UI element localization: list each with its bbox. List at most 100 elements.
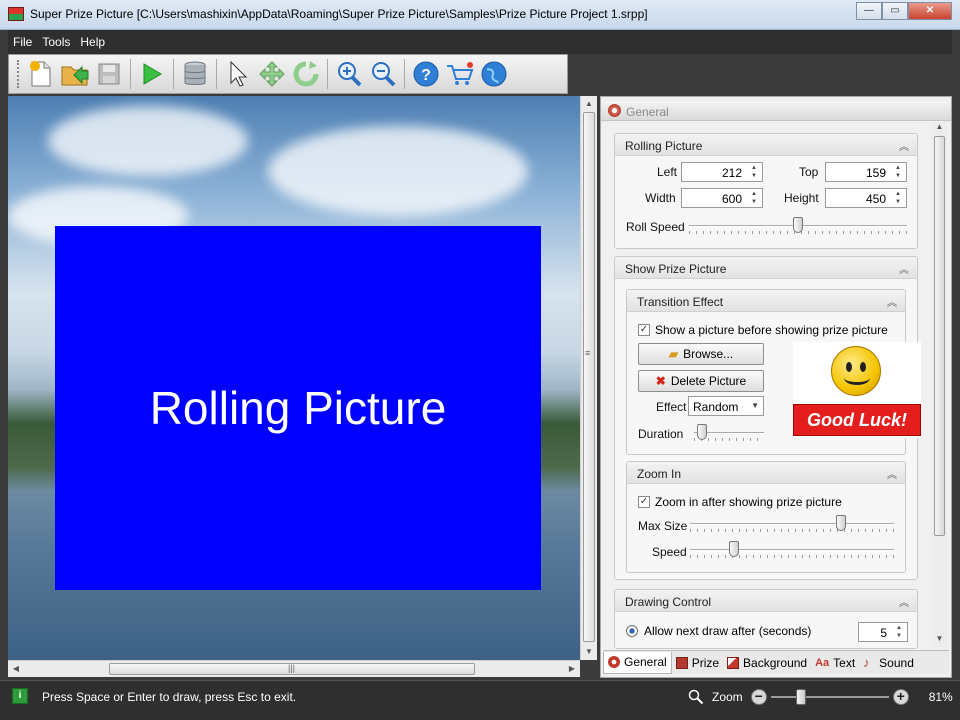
collapse-chevron-icon[interactable]: ︽ [899, 261, 909, 276]
slider-thumb[interactable] [729, 541, 739, 557]
spin-arrows-icon[interactable]: ▲ ▼ [892, 164, 904, 180]
tab-prize[interactable]: Prize [672, 652, 723, 674]
group-header[interactable]: Zoom In ︽ [627, 462, 905, 484]
group-title: Rolling Picture [625, 139, 703, 153]
max-size-slider[interactable] [690, 514, 894, 534]
delete-picture-button[interactable]: ✖ Delete Picture [638, 370, 764, 392]
website-button[interactable] [477, 57, 511, 91]
help-icon: ? [413, 61, 439, 87]
open-project-button[interactable] [58, 57, 92, 91]
background-cloud [48, 106, 248, 176]
zoom-after-checkbox[interactable]: ✓ Zoom in after showing prize picture [638, 495, 842, 509]
canvas-vertical-scrollbar[interactable]: ▲ ≡ ▼ [580, 96, 597, 660]
book-icon [675, 656, 688, 669]
gear-icon [608, 656, 620, 668]
top-stepper[interactable]: 159 ▲ ▼ [825, 162, 907, 182]
zoom-label: Zoom [712, 690, 743, 704]
collapse-chevron-icon[interactable]: ︽ [887, 294, 897, 309]
collapse-chevron-icon[interactable]: ︽ [887, 466, 897, 481]
checkbox-box[interactable]: ✓ [638, 496, 650, 508]
height-stepper[interactable]: 450 ▲ ▼ [825, 188, 907, 208]
browse-button[interactable]: ▰ Browse... [638, 343, 764, 365]
scroll-up-icon[interactable]: ▲ [932, 122, 947, 131]
svg-text:?: ? [421, 67, 431, 84]
show-before-checkbox[interactable]: ✓ Show a picture before showing prize pi… [638, 323, 888, 337]
rotate-tool-button[interactable] [289, 57, 323, 91]
group-header[interactable]: Drawing Control ︽ [615, 590, 917, 612]
scroll-down-icon[interactable]: ▼ [932, 634, 947, 643]
close-button[interactable]: ✕ [908, 2, 952, 20]
left-stepper[interactable]: 212 ▲ ▼ [681, 162, 763, 182]
group-header[interactable]: Transition Effect ︽ [627, 290, 905, 312]
allow-next-radio[interactable]: Allow next draw after (seconds) [626, 624, 811, 638]
tab-text[interactable]: Aa Text [811, 652, 859, 674]
database-button[interactable] [178, 57, 212, 91]
group-header[interactable]: Rolling Picture ︽ [615, 134, 917, 156]
zoom-slider[interactable] [770, 689, 889, 705]
title-bar: Super Prize Picture [C:\Users\mashixin\A… [0, 0, 960, 30]
panel-scroll-thumb[interactable] [934, 136, 945, 536]
transition-picture-preview: Good Luck! [793, 342, 921, 438]
spin-arrows-icon[interactable]: ▲ ▼ [748, 190, 760, 206]
scroll-up-icon[interactable]: ▲ [581, 96, 597, 112]
show-before-label: Show a picture before showing prize pict… [655, 323, 888, 337]
spin-arrows-icon[interactable]: ▲ ▼ [748, 164, 760, 180]
group-header[interactable]: Show Prize Picture ︽ [615, 257, 917, 279]
duration-slider[interactable] [694, 423, 764, 443]
maximize-button[interactable]: ▭ [882, 2, 908, 20]
vertical-scroll-thumb[interactable] [583, 112, 595, 642]
panel-tabs: General Prize Background Aa Text ♪ Sound [603, 650, 949, 674]
zoom-in-button[interactable]: + [892, 689, 909, 705]
collapse-chevron-icon[interactable]: ︽ [899, 138, 909, 153]
move-tool-button[interactable] [255, 57, 289, 91]
pointer-arrow-icon [230, 60, 248, 87]
select-tool-button[interactable] [221, 57, 255, 91]
buy-button[interactable] [443, 57, 477, 91]
help-button[interactable]: ? [409, 57, 443, 91]
app-icon [8, 7, 24, 21]
drawing-canvas[interactable]: Rolling Picture [8, 96, 580, 660]
spin-arrows-icon[interactable]: ▲ ▼ [893, 624, 905, 640]
menu-help[interactable]: Help [75, 35, 110, 49]
minimize-button[interactable]: — [856, 2, 882, 20]
speed-slider[interactable] [690, 540, 894, 560]
slider-track [770, 696, 889, 698]
tab-background[interactable]: Background [723, 652, 811, 674]
effect-label: Effect [656, 400, 687, 414]
rolling-picture[interactable]: Rolling Picture [55, 226, 541, 590]
canvas-horizontal-scrollbar[interactable]: ◀ ||| ▶ [8, 660, 580, 677]
scroll-left-icon[interactable]: ◀ [8, 661, 24, 677]
slider-thumb[interactable] [836, 515, 846, 531]
toolbar-separator [130, 59, 131, 89]
checkbox-box[interactable]: ✓ [638, 324, 650, 336]
menu-file[interactable]: File [8, 35, 37, 49]
scroll-right-icon[interactable]: ▶ [564, 661, 580, 677]
collapse-chevron-icon[interactable]: ︽ [899, 594, 909, 609]
roll-speed-slider[interactable] [689, 216, 907, 236]
panel-vertical-scrollbar[interactable]: ▲ ▼ [932, 122, 947, 647]
tab-general[interactable]: General [603, 651, 672, 674]
chevron-down-icon[interactable]: ▼ [751, 401, 759, 410]
width-stepper[interactable]: 600 ▲ ▼ [681, 188, 763, 208]
save-project-button[interactable] [92, 57, 126, 91]
slider-thumb[interactable] [793, 217, 803, 233]
allow-next-label: Allow next draw after (seconds) [644, 624, 812, 638]
tab-sound[interactable]: ♪ Sound [859, 652, 918, 674]
slider-thumb[interactable] [697, 424, 707, 440]
allow-next-stepper[interactable]: 5 ▲ ▼ [858, 622, 908, 642]
start-draw-button[interactable] [135, 57, 169, 91]
menu-tools[interactable]: Tools [37, 35, 75, 49]
window-title: Super Prize Picture [C:\Users\mashixin\A… [30, 7, 648, 21]
effect-select[interactable]: Random ▼ [688, 396, 764, 416]
slider-thumb[interactable] [795, 689, 806, 705]
zoom-in-button[interactable] [332, 57, 366, 91]
spin-arrows-icon[interactable]: ▲ ▼ [892, 190, 904, 206]
toolbar-grip[interactable] [17, 60, 20, 88]
new-project-button[interactable] [24, 57, 58, 91]
max-size-label: Max Size [638, 519, 688, 533]
zoom-out-button[interactable]: − [750, 689, 767, 705]
radio-dot[interactable] [626, 625, 638, 637]
zoom-out-button[interactable] [366, 57, 400, 91]
scroll-down-icon[interactable]: ▼ [581, 644, 597, 660]
zoom-out-icon [372, 62, 396, 87]
